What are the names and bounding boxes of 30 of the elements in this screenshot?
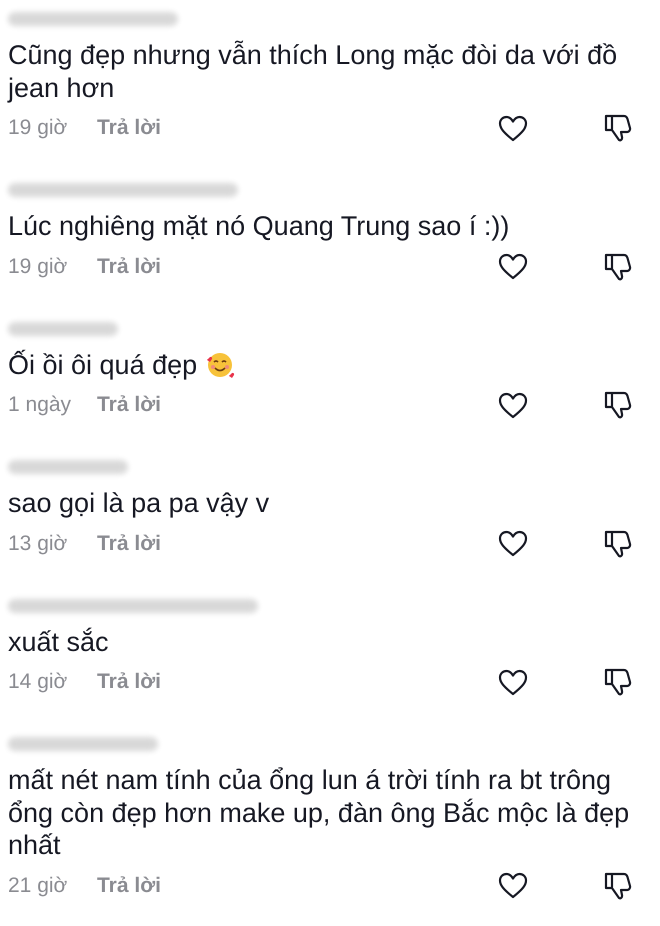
heart-icon[interactable] — [498, 668, 528, 696]
comment-text: Lúc nghiêng mặt nó Quang Trung sao í :)) — [8, 210, 510, 242]
heart-icon[interactable] — [498, 114, 528, 142]
dislike-icon[interactable] — [602, 252, 632, 282]
reply-link[interactable]: Trả lời — [97, 116, 161, 140]
dislike-icon[interactable] — [602, 870, 632, 900]
heart-icon[interactable] — [498, 392, 528, 418]
heart-icon[interactable] — [498, 530, 528, 557]
reply-link[interactable]: Trả lời — [97, 670, 161, 694]
heart-icon[interactable] — [498, 253, 528, 280]
reply-link[interactable]: Trả lời — [97, 254, 161, 278]
comment-text: mất nét nam tính của ổng lun á trời tính ra bt trông ổng còn đẹp hơn make up, đàn ông Bắc mộc là đẹp nhất — [8, 764, 630, 862]
heart-icon[interactable] — [498, 872, 528, 899]
comment-time: 14 giờ — [8, 670, 68, 694]
reply-link[interactable]: Trả lời — [97, 393, 161, 417]
reply-link[interactable]: Trả lời — [97, 874, 161, 898]
dislike-icon[interactable] — [602, 390, 632, 420]
comment-time: 19 giờ — [8, 254, 68, 278]
comment-text: Ối ồi ôi quá đẹp — [8, 348, 198, 381]
reply-link[interactable]: Trả lời — [97, 532, 161, 556]
dislike-icon[interactable] — [602, 528, 632, 558]
comment-time: 21 giờ — [8, 874, 68, 898]
comment-time: 1 ngày — [8, 393, 72, 417]
comment-time: 13 giờ — [8, 532, 68, 556]
dislike-icon[interactable] — [602, 667, 632, 697]
comment-text: Cũng đẹp nhưng vẫn thích Long mặc đòi da với đồ jean hơn — [8, 39, 618, 104]
comment-text: xuất sắc — [8, 626, 109, 658]
comment-text: sao gọi là pa pa vậy v — [8, 487, 270, 520]
dislike-icon[interactable] — [602, 113, 632, 143]
comment-time: 19 giờ — [8, 116, 68, 140]
